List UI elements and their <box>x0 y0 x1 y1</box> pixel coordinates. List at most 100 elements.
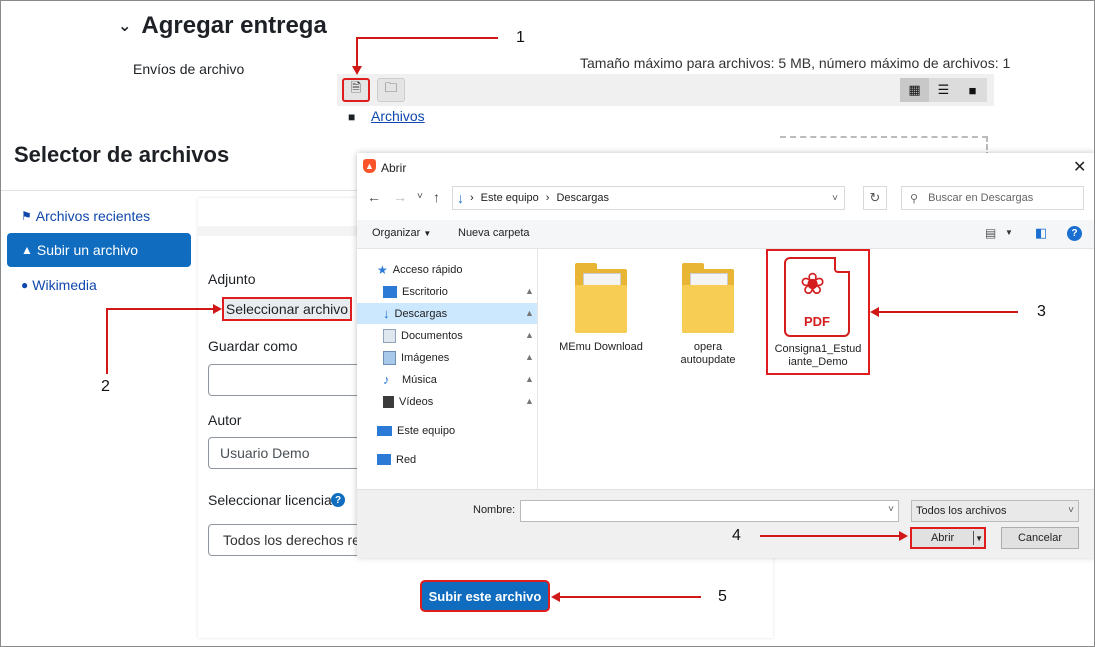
list-view-icon[interactable]: ☰ <box>929 78 958 102</box>
close-icon[interactable]: ✕ <box>1073 157 1086 177</box>
chevron-down-icon[interactable]: ˅ <box>832 193 838 204</box>
pin-icon[interactable]: ▲ <box>525 396 534 406</box>
nav-recent-files[interactable]: ⚑ Archivos recientes <box>7 199 191 233</box>
tree-item-this-pc[interactable]: Este equipo <box>377 420 455 441</box>
file-name: MEmu Download <box>559 341 643 353</box>
search-placeholder: Buscar en Descargas <box>928 192 1034 204</box>
organize-button[interactable]: Organizar ▼ <box>372 227 431 239</box>
file-type-select[interactable]: Todos los archivos ˅ <box>911 500 1079 522</box>
picker-title: Selector de archivos <box>14 142 230 167</box>
wikimedia-icon: ● <box>21 278 29 292</box>
pin-icon[interactable]: ▲ <box>525 352 534 362</box>
view-options-icon[interactable]: ▤ <box>985 226 996 240</box>
create-folder-button[interactable]: 🗀 <box>377 78 405 102</box>
back-arrow-icon[interactable]: ← <box>367 189 381 205</box>
pin-icon[interactable]: ▲ <box>525 330 534 340</box>
author-input[interactable]: Usuario Demo <box>208 437 368 469</box>
nav-wikimedia[interactable]: ● Wikimedia <box>7 268 191 302</box>
upload-icon: ▲ <box>21 243 33 257</box>
breadcrumb-files-link[interactable]: Archivos <box>371 108 425 124</box>
arrow-icon <box>213 304 222 314</box>
tree-label: Este equipo <box>397 424 456 437</box>
license-label: Seleccionar licencia <box>208 492 332 508</box>
nav-label: Archivos recientes <box>35 208 151 224</box>
select-file-button[interactable]: Seleccionar archivo <box>222 297 352 321</box>
file-item-consigna-pdf[interactable]: ❀ PDF Consigna1_Estud iante_Demo <box>766 249 870 375</box>
assignment-heading: ⌄ Agregar entrega <box>118 12 327 40</box>
open-label: Abrir <box>930 532 955 544</box>
pdf-icon: ❀ PDF <box>784 257 850 337</box>
pictures-icon <box>383 350 396 365</box>
tree-label: Acceso rápido <box>392 263 463 276</box>
preview-pane-icon[interactable]: ◧ <box>1035 225 1047 241</box>
tree-item-downloads[interactable]: ↓ Descargas <box>357 303 537 324</box>
file-icon: 🗎 <box>350 80 362 95</box>
callout-number-4: 4 <box>732 527 741 544</box>
tree-item-quick-access[interactable]: ★ Acceso rápido <box>377 259 462 280</box>
upload-file-button[interactable]: Subir este archivo <box>420 580 550 612</box>
help-icon[interactable]: ? <box>1067 226 1082 241</box>
folder-icon: ■ <box>348 110 356 124</box>
callout-line <box>356 37 358 67</box>
address-bar[interactable]: ↓ › Este equipo › Descargas ˅ <box>452 186 845 210</box>
callout-line <box>559 596 701 598</box>
folder-icon <box>682 263 734 333</box>
panel-separator <box>198 226 358 236</box>
pin-icon[interactable]: ▲ <box>525 308 534 318</box>
author-label: Autor <box>208 412 242 428</box>
file-item-opera-autoupdate[interactable]: opera autoupdate <box>660 263 756 367</box>
tree-item-videos[interactable]: Vídeos <box>383 391 433 412</box>
documents-icon <box>383 328 396 343</box>
file-name: opera <box>693 341 723 353</box>
callout-number-1: 1 <box>516 29 525 46</box>
open-button[interactable]: Abrir ▼ <box>910 527 986 549</box>
tree-label: Descargas <box>394 307 448 320</box>
tree-item-documents[interactable]: Documentos <box>383 325 463 346</box>
tree-label: Música <box>402 373 437 386</box>
tree-label: Escritorio <box>402 285 448 298</box>
up-arrow-icon[interactable]: ↑ <box>433 189 440 205</box>
callout-number-3: 3 <box>1037 303 1046 320</box>
chevron-down-icon[interactable]: ˅ <box>417 191 423 202</box>
search-input[interactable]: ⚲ Buscar en Descargas <box>901 186 1084 210</box>
tree-label: Red <box>396 453 417 466</box>
tree-item-desktop[interactable]: Escritorio <box>383 281 533 302</box>
chevron-down-icon[interactable]: ⌄ <box>118 16 131 36</box>
callout-line <box>106 308 214 310</box>
nav-upload-file[interactable]: ▲ Subir un archivo <box>7 233 191 267</box>
download-icon: ↓ <box>457 190 464 206</box>
license-select[interactable]: Todos los derechos res <box>208 524 368 556</box>
help-icon[interactable]: ? <box>331 493 345 507</box>
pin-icon[interactable]: ▲ <box>525 374 534 384</box>
videos-icon <box>383 395 394 408</box>
dialog-toolbar: Organizar ▼ Nueva carpeta ▤ ▼ ◧ ? <box>357 220 1095 249</box>
arrow-icon <box>551 592 560 602</box>
file-item-memu-download[interactable]: MEmu Download <box>553 263 649 354</box>
file-name-input[interactable]: ˅ <box>520 500 899 522</box>
forward-arrow-icon[interactable]: → <box>393 189 407 205</box>
add-file-button[interactable]: 🗎 <box>342 78 370 102</box>
tree-item-pictures[interactable]: Imágenes <box>383 347 449 368</box>
tree-label: Documentos <box>401 329 463 342</box>
tree-view-icon[interactable]: ■ <box>958 78 987 102</box>
desktop-icon <box>383 285 397 298</box>
arrow-icon <box>870 307 879 317</box>
grid-view-icon[interactable]: ▦ <box>900 78 929 102</box>
pin-icon[interactable]: ▲ <box>525 286 534 296</box>
caret-down-icon[interactable]: ▼ <box>973 531 984 545</box>
save-as-input[interactable] <box>208 364 368 396</box>
cancel-button[interactable]: Cancelar <box>1001 527 1079 549</box>
tree-item-network[interactable]: Red <box>377 449 416 470</box>
address-segment[interactable]: Este equipo <box>481 192 539 204</box>
chevron-down-icon[interactable]: ˅ <box>888 504 894 515</box>
open-file-dialog: ▲ Abrir ✕ ← → ˅ ↑ ↓ › Este equipo › Desc… <box>357 153 1095 558</box>
pdf-badge: PDF <box>804 314 830 329</box>
folder-icon: 🗀 <box>384 80 398 95</box>
callout-line <box>106 308 108 374</box>
tree-item-music[interactable]: ♪ Música <box>383 369 437 390</box>
submissions-label: Envíos de archivo <box>133 61 245 77</box>
caret-down-icon[interactable]: ▼ <box>1005 228 1013 237</box>
refresh-button[interactable]: ↻ <box>863 186 887 210</box>
address-segment[interactable]: Descargas <box>556 192 609 204</box>
new-folder-button[interactable]: Nueva carpeta <box>458 227 530 239</box>
